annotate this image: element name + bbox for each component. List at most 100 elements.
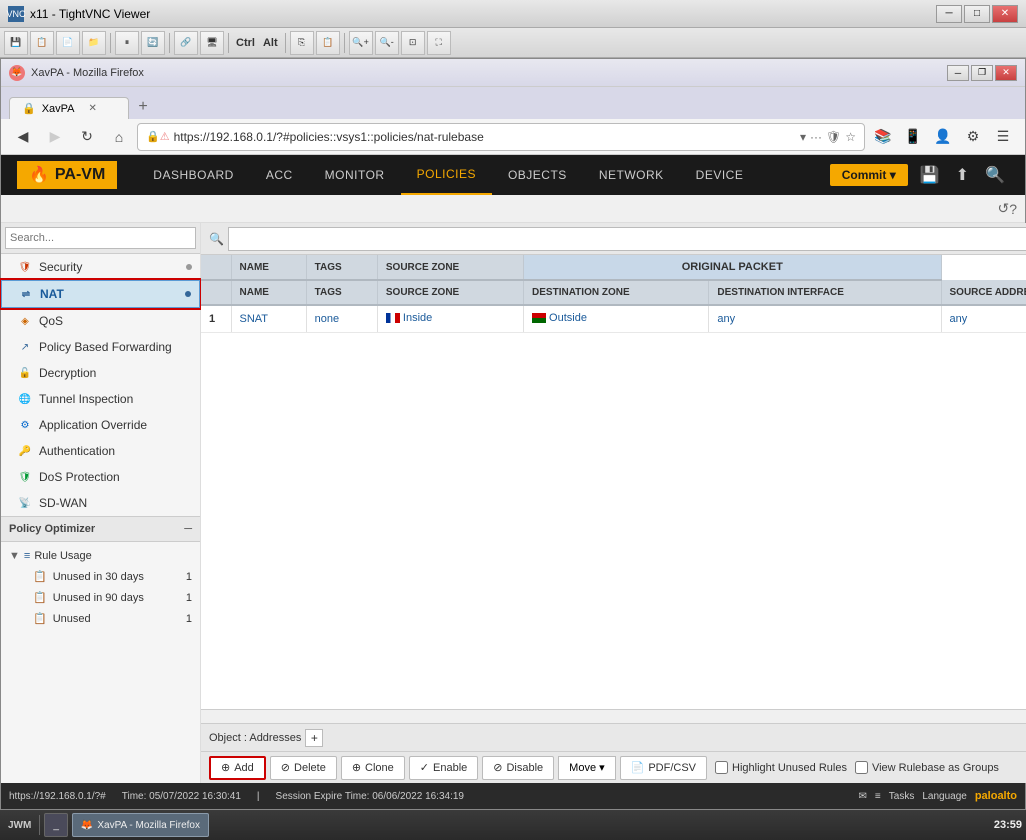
pdf-csv-btn[interactable]: 📄 PDF/CSV xyxy=(620,756,707,780)
sidebar-item-tunnel[interactable]: 🌐 Tunnel Inspection xyxy=(1,386,200,412)
rule-usage-parent[interactable]: ▼ ≡ Rule Usage xyxy=(1,546,200,566)
col-dstif-h[interactable]: DESTINATION INTERFACE xyxy=(709,280,941,305)
firefox-new-tab-btn[interactable]: + xyxy=(129,95,157,119)
forward-btn[interactable]: ▶ xyxy=(41,123,69,151)
move-rule-btn[interactable]: Move ▾ xyxy=(558,756,615,780)
clone-rule-btn[interactable]: ⊕ Clone xyxy=(341,756,405,780)
extensions-btn[interactable]: ⚙ xyxy=(959,123,987,151)
row-tags-value[interactable]: none xyxy=(315,313,339,325)
view-rulebase-checkbox[interactable] xyxy=(855,761,868,774)
row-srcaddr[interactable]: any xyxy=(941,305,1026,333)
source-zone-link[interactable]: Inside xyxy=(403,312,432,324)
sidebar-item-auth[interactable]: 🔑 Authentication xyxy=(1,438,200,464)
tree-child-unused[interactable]: 📋 Unused 1 xyxy=(1,608,200,629)
refresh-btn[interactable]: ↻ xyxy=(73,123,101,151)
nav-policies[interactable]: POLICIES xyxy=(401,155,492,195)
col-srcaddr-h[interactable]: SOURCE ADDRESS xyxy=(941,280,1026,305)
sidebar-item-security[interactable]: 🛡 Security xyxy=(1,254,200,280)
url-bookmark-icon[interactable]: ☆ xyxy=(845,130,856,144)
rule-name-link[interactable]: SNAT xyxy=(240,313,269,325)
main-search-input[interactable] xyxy=(228,227,1026,251)
synced-tabs-btn[interactable]: 📱 xyxy=(899,123,927,151)
vnc-tool-zoomout[interactable]: 🔍- xyxy=(375,31,399,55)
vnc-tool-disk4[interactable]: 📁 xyxy=(82,31,106,55)
col-source-zone[interactable]: SOURCE ZONE xyxy=(377,255,523,280)
row-name[interactable]: SNAT xyxy=(231,305,306,333)
upload-icon-btn[interactable]: ⬆ xyxy=(952,161,973,189)
language-label[interactable]: Language xyxy=(922,791,967,802)
vnc-tool-disk3[interactable]: 📄 xyxy=(56,31,80,55)
url-shield-icon[interactable]: 🛡 xyxy=(826,130,841,144)
nav-monitor[interactable]: MONITOR xyxy=(309,155,401,195)
search-icon-btn[interactable]: 🔍 xyxy=(981,161,1009,189)
policy-optimizer-collapse-btn[interactable]: ─ xyxy=(184,523,192,535)
help-btn[interactable]: ? xyxy=(1009,201,1017,217)
sidebar-item-nat[interactable]: ⇌ NAT xyxy=(1,280,200,308)
firefox-tab-close-btn[interactable]: ✕ xyxy=(89,103,97,114)
sidebar-item-sdwan[interactable]: 📡 SD-WAN xyxy=(1,490,200,516)
sidebar-item-dos[interactable]: 🛡 DoS Protection xyxy=(1,464,200,490)
firefox-restore-btn[interactable]: ❐ xyxy=(971,65,993,81)
dest-if-link[interactable]: any xyxy=(717,313,735,325)
vnc-tool-paste[interactable]: 📋 xyxy=(316,31,340,55)
delete-rule-btn[interactable]: ⊘ Delete xyxy=(270,756,337,780)
nav-network[interactable]: NETWORK xyxy=(583,155,680,195)
url-dropdown-icon[interactable]: ▾ xyxy=(800,130,806,144)
vnc-tool-disk1[interactable]: 💾 xyxy=(4,31,28,55)
vnc-tool-pause[interactable]: ⏸ xyxy=(115,31,139,55)
vnc-close-btn[interactable]: ✕ xyxy=(992,5,1018,23)
disable-rule-btn[interactable]: ⊘ Disable xyxy=(482,756,554,780)
tasks-label[interactable]: Tasks xyxy=(889,791,915,802)
menu-btn[interactable]: ☰ xyxy=(989,123,1017,151)
vnc-tool-rdp[interactable]: 🖥 xyxy=(200,31,224,55)
vnc-alt-label[interactable]: Alt xyxy=(260,37,281,49)
bookmarks-btn[interactable]: 📚 xyxy=(869,123,897,151)
vnc-tool-fullscreen[interactable]: ⛶ xyxy=(427,31,451,55)
tree-child-unused30[interactable]: 📋 Unused in 30 days 1 xyxy=(1,566,200,587)
col-tags[interactable]: TAGS xyxy=(306,255,377,280)
horizontal-scrollbar[interactable] xyxy=(201,709,1026,723)
refresh-config-btn[interactable]: ↺ xyxy=(997,200,1009,217)
highlight-unused-checkbox[interactable] xyxy=(715,761,728,774)
firefox-window-controls[interactable]: ─ ❐ ✕ xyxy=(947,65,1017,81)
profile-btn[interactable]: 👤 xyxy=(929,123,957,151)
vnc-tool-conn[interactable]: 🔗 xyxy=(174,31,198,55)
object-bar-add-btn[interactable]: + xyxy=(305,729,323,747)
dest-zone-link[interactable]: Outside xyxy=(549,312,587,324)
url-more-icon[interactable]: ··· xyxy=(810,130,822,144)
sidebar-search-input[interactable] xyxy=(5,227,196,249)
firefox-close-btn[interactable]: ✕ xyxy=(995,65,1017,81)
vnc-tool-disk2[interactable]: 📋 xyxy=(30,31,54,55)
nav-dashboard[interactable]: DASHBOARD xyxy=(137,155,250,195)
vnc-tool-refresh[interactable]: 🔄 xyxy=(141,31,165,55)
url-bar[interactable]: 🔒⚠ https://192.168.0.1/?#policies::vsys1… xyxy=(137,123,865,151)
col-dstzone-h[interactable]: DESTINATION ZONE xyxy=(524,280,709,305)
sidebar-item-qos[interactable]: ◈ QoS xyxy=(1,308,200,334)
mail-icon[interactable]: ✉ xyxy=(859,791,867,802)
vnc-tool-copy[interactable]: ⎘ xyxy=(290,31,314,55)
nav-objects[interactable]: OBJECTS xyxy=(492,155,583,195)
firefox-tab-xavpa[interactable]: 🔒 XavPA ✕ xyxy=(9,97,129,119)
sidebar-item-decryption[interactable]: 🔓 Decryption xyxy=(1,360,200,386)
row-dstif[interactable]: any xyxy=(709,305,941,333)
sidebar-item-pbf[interactable]: ↗ Policy Based Forwarding xyxy=(1,334,200,360)
col-srczone-h[interactable]: SOURCE ZONE xyxy=(377,280,523,305)
vnc-tool-zoomfit[interactable]: ⊡ xyxy=(401,31,425,55)
nav-device[interactable]: DEVICE xyxy=(680,155,760,195)
src-addr-link[interactable]: any xyxy=(950,313,968,325)
col-tags-h[interactable]: TAGS xyxy=(306,280,377,305)
vnc-maximize-btn[interactable]: □ xyxy=(964,5,990,23)
nav-acc[interactable]: ACC xyxy=(250,155,309,195)
commit-button[interactable]: Commit ▾ xyxy=(830,164,908,186)
vnc-ctrl-label[interactable]: Ctrl xyxy=(233,37,258,49)
taskbar-item-blank[interactable]: _ xyxy=(44,813,68,837)
table-row[interactable]: 1 SNAT none Inside xyxy=(201,305,1026,333)
vnc-tool-zoomin[interactable]: 🔍+ xyxy=(349,31,373,55)
firefox-minimize-btn[interactable]: ─ xyxy=(947,65,969,81)
add-rule-btn[interactable]: ⊕ Add xyxy=(209,756,266,780)
tree-child-unused90[interactable]: 📋 Unused in 90 days 1 xyxy=(1,587,200,608)
enable-rule-btn[interactable]: ✓ Enable xyxy=(409,756,478,780)
col-name-h[interactable]: NAME xyxy=(231,280,306,305)
home-btn[interactable]: ⌂ xyxy=(105,123,133,151)
sidebar-item-appoverride[interactable]: ⚙ Application Override xyxy=(1,412,200,438)
